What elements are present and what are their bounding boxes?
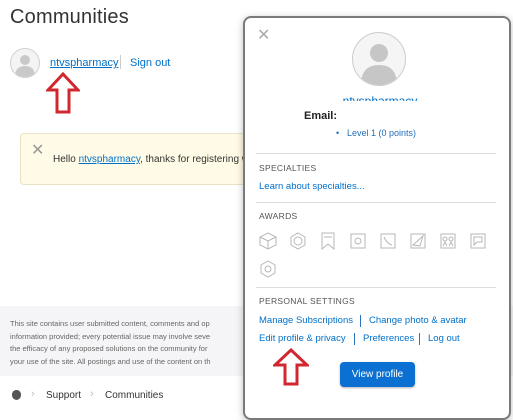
welcome-message: Hello ntvspharmacy, thanks for registeri… — [53, 154, 252, 165]
divider — [354, 333, 355, 345]
close-icon[interactable]: ✕ — [31, 143, 44, 159]
sphere-award-icon[interactable] — [289, 232, 307, 250]
divider — [256, 153, 496, 154]
person-silhouette-icon — [361, 44, 397, 85]
divider — [419, 333, 420, 345]
breadcrumb-support[interactable]: Support — [46, 390, 81, 401]
puzzle-award-icon[interactable] — [349, 232, 367, 250]
awards-heading: AWARDS — [259, 211, 298, 221]
phone-award-icon[interactable] — [379, 232, 397, 250]
specialties-heading: SPECIALTIES — [259, 163, 317, 173]
divider — [360, 315, 361, 327]
sign-out-link[interactable]: Sign out — [130, 57, 170, 69]
edit-profile-link[interactable]: Edit profile & privacy — [259, 333, 346, 344]
annotation-arrow-icon — [46, 72, 80, 114]
change-photo-link[interactable]: Change photo & avatar — [369, 315, 467, 326]
email-label: Email: — [304, 110, 338, 122]
apple-logo-icon[interactable] — [12, 390, 21, 400]
page-title: Communities — [10, 6, 129, 28]
level-bullet-icon: • — [336, 128, 340, 138]
team-award-icon[interactable] — [439, 232, 457, 250]
person-silhouette-icon — [15, 55, 35, 77]
divider — [120, 55, 121, 69]
username-link[interactable]: ntvspharmacy — [50, 57, 118, 69]
log-out-link[interactable]: Log out — [428, 333, 460, 344]
chevron-right-icon: › — [31, 388, 35, 400]
username-link[interactable]: ntvspharmacy — [79, 154, 141, 165]
bookmark-award-icon[interactable] — [319, 232, 337, 250]
footer-disclaimer: This site contains user submitted conten… — [10, 319, 211, 366]
chevron-right-icon: › — [90, 388, 94, 400]
breadcrumb-communities[interactable]: Communities — [105, 390, 163, 401]
divider — [256, 287, 496, 288]
gear-award-icon[interactable] — [259, 260, 277, 278]
preferences-link[interactable]: Preferences — [363, 333, 414, 344]
annotation-arrow-icon — [273, 348, 309, 386]
level-text: Level 1 (0 points) — [347, 128, 417, 138]
learn-specialties-link[interactable]: Learn about specialties... — [259, 181, 365, 192]
close-icon[interactable]: ✕ — [257, 28, 270, 44]
user-avatar[interactable] — [10, 48, 40, 78]
popup-username[interactable]: ntvspharmacy — [320, 91, 440, 101]
chat-award-icon[interactable] — [469, 232, 487, 250]
manage-subscriptions-link[interactable]: Manage Subscriptions — [259, 315, 353, 326]
divider — [256, 202, 496, 203]
personal-settings-heading: PERSONAL SETTINGS — [259, 296, 355, 306]
view-profile-button[interactable]: View profile — [340, 362, 415, 387]
cube-award-icon[interactable] — [259, 232, 277, 250]
popup-avatar[interactable] — [352, 32, 406, 86]
paper-plane-award-icon[interactable] — [409, 232, 427, 250]
